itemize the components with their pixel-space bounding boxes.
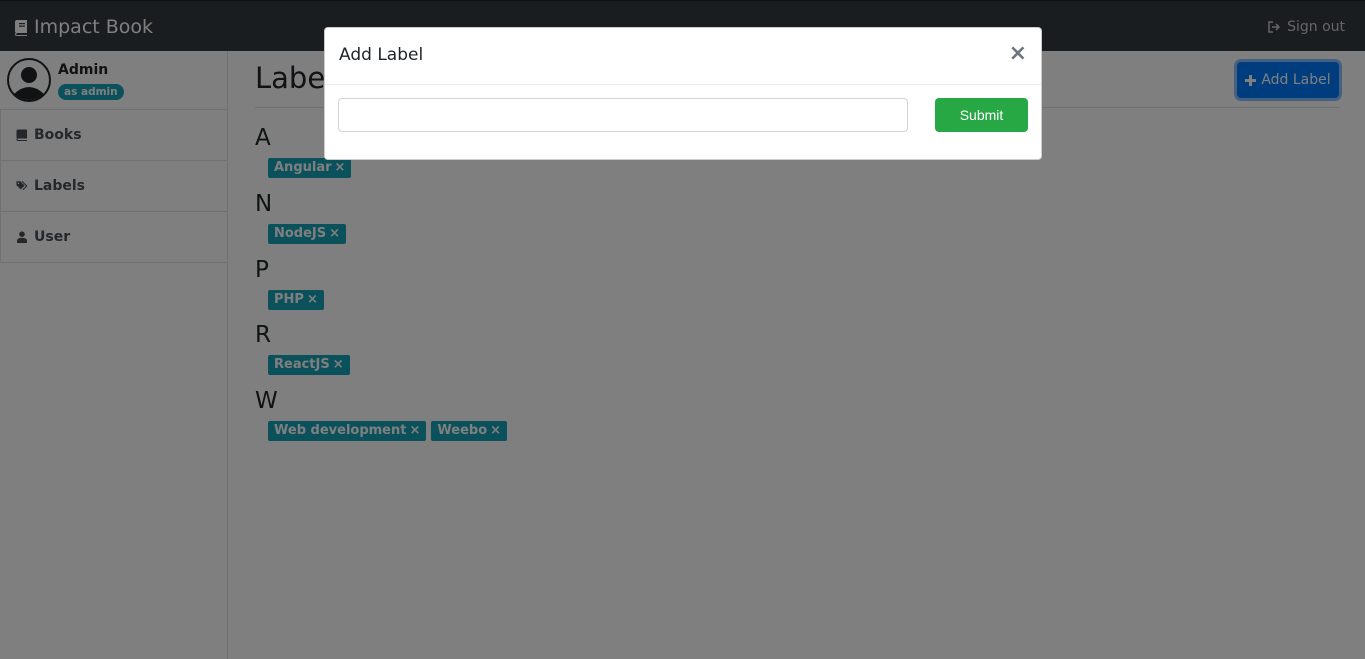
modal-title: Add Label bbox=[339, 45, 424, 65]
label-name-input[interactable] bbox=[338, 98, 908, 132]
close-icon[interactable]: × bbox=[1009, 41, 1027, 67]
submit-button[interactable]: Submit bbox=[935, 98, 1028, 132]
add-label-modal: Add Label × Submit bbox=[324, 27, 1042, 160]
modal-header: Add Label × bbox=[325, 28, 1041, 85]
